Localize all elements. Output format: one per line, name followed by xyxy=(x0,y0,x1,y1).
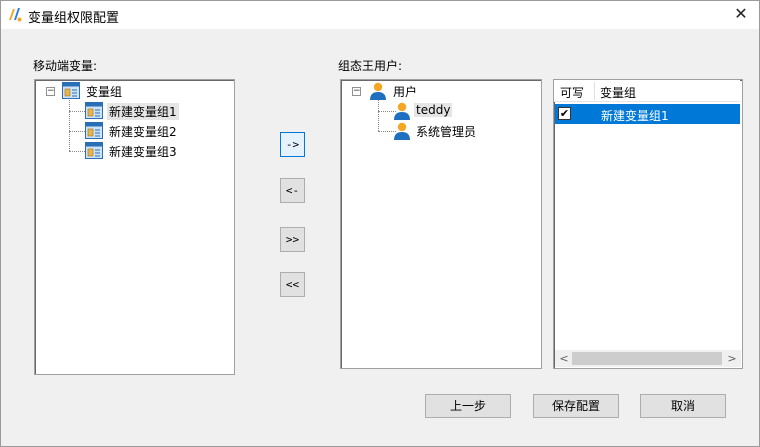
user-icon xyxy=(394,102,410,120)
permission-dialog: 变量组权限配置 ✕ 移动端变量: − 变量组 新建变量组1 新建变量组2 新建变… xyxy=(0,0,760,447)
tree-item-user-admin[interactable]: 系统管理员 xyxy=(341,122,531,140)
tree-root-variable-group[interactable]: − 变量组 xyxy=(35,82,225,100)
tree-item-label: 新建变量组2 xyxy=(109,125,177,139)
variable-group-icon xyxy=(85,122,103,139)
variable-group-icon xyxy=(85,102,103,119)
add-selected-button[interactable]: -> xyxy=(280,132,305,157)
window-title: 变量组权限配置 xyxy=(28,11,120,26)
user-icon xyxy=(394,122,410,140)
kingview-users-label: 组态王用户: xyxy=(338,59,403,73)
close-icon: ✕ xyxy=(734,4,748,23)
column-variable-group[interactable]: 变量组 xyxy=(600,84,636,101)
column-writable[interactable]: 可写 xyxy=(560,84,584,101)
add-all-button[interactable]: >> xyxy=(280,227,305,252)
variable-tree[interactable]: − 变量组 新建变量组1 新建变量组2 新建变量组3 xyxy=(34,79,235,375)
remove-all-button[interactable]: << xyxy=(280,272,305,297)
user-icon xyxy=(370,82,386,100)
check-icon: ✔ xyxy=(559,107,570,120)
tree-root-users[interactable]: − 用户 xyxy=(341,82,531,100)
scroll-left-icon[interactable]: < xyxy=(556,351,572,366)
grid-cell-group: 新建变量组1 xyxy=(601,109,669,123)
tree-item-label: 新建变量组1 xyxy=(107,103,179,120)
title-bar: 变量组权限配置 ✕ xyxy=(1,1,759,29)
scroll-right-icon[interactable]: > xyxy=(724,351,740,366)
collapse-icon[interactable]: − xyxy=(46,87,55,96)
tree-item-label: teddy xyxy=(414,103,453,117)
mobile-variables-label: 移动端变量: xyxy=(33,59,98,73)
previous-step-button[interactable]: 上一步 xyxy=(425,394,511,418)
collapse-icon[interactable]: − xyxy=(352,87,361,96)
writable-checkbox[interactable]: ✔ xyxy=(558,107,571,120)
scroll-thumb[interactable] xyxy=(572,352,722,365)
grid-row[interactable]: ✔ 新建变量组1 xyxy=(555,104,740,124)
permission-grid[interactable]: 可写 变量组 ✔ 新建变量组1 < > xyxy=(553,79,743,369)
app-logo-icon xyxy=(9,8,22,22)
tree-item-label: 新建变量组3 xyxy=(109,145,177,159)
tree-item-group-3[interactable]: 新建变量组3 xyxy=(35,142,225,160)
user-tree[interactable]: − 用户 teddy 系统管理员 xyxy=(340,79,542,369)
horizontal-scrollbar[interactable]: < > xyxy=(555,350,741,367)
variable-group-icon xyxy=(85,142,103,159)
tree-root-label: 用户 xyxy=(393,85,418,99)
cancel-button[interactable]: 取消 xyxy=(640,394,726,418)
tree-root-label: 变量组 xyxy=(86,85,123,99)
variable-group-icon xyxy=(62,82,80,99)
tree-item-group-2[interactable]: 新建变量组2 xyxy=(35,122,225,140)
tree-item-label: 系统管理员 xyxy=(416,125,477,139)
remove-selected-button[interactable]: <- xyxy=(280,178,305,203)
grid-header: 可写 变量组 xyxy=(554,80,740,102)
tree-item-group-1[interactable]: 新建变量组1 xyxy=(35,102,225,120)
save-config-button[interactable]: 保存配置 xyxy=(533,394,619,418)
tree-item-user-teddy[interactable]: teddy xyxy=(341,102,531,120)
close-button[interactable]: ✕ xyxy=(727,3,755,25)
